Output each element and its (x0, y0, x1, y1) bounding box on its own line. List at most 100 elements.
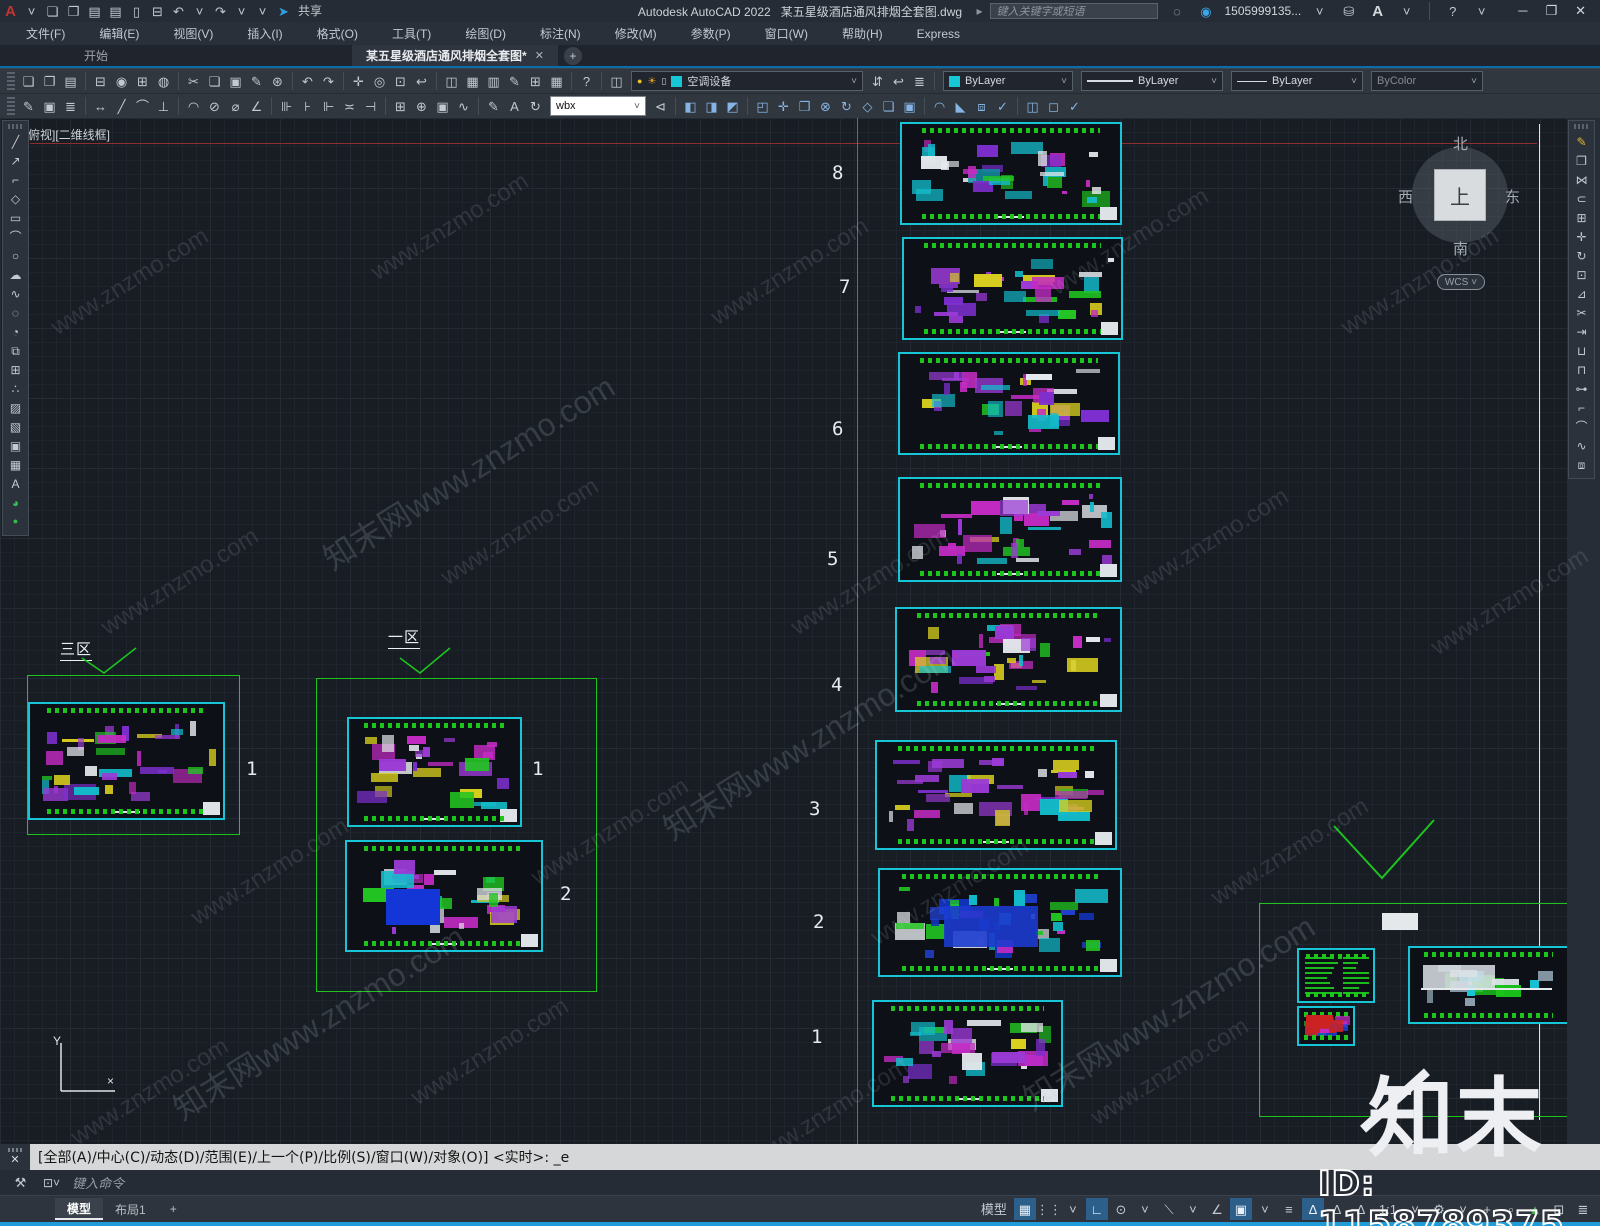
intersect-icon[interactable]: ◩ (722, 96, 743, 116)
spline-icon[interactable]: ∿ (6, 285, 25, 302)
ellipse-arc-icon[interactable]: ◔ (6, 323, 25, 340)
redo-icon[interactable]: ↷ (210, 1, 231, 21)
text-style-icon[interactable]: ▣ (39, 96, 60, 116)
layer-thaw-sun-icon[interactable]: ☀ (647, 76, 656, 87)
app-store-cart-icon[interactable]: ⛁ (1338, 1, 1359, 21)
jog-line-icon[interactable]: ∿ (453, 96, 474, 116)
insert-block-icon[interactable]: ⧉ (6, 342, 25, 359)
circle-icon[interactable]: ○ (6, 247, 25, 264)
plan-panel-8[interactable] (900, 122, 1122, 225)
undo-icon[interactable]: ↶ (297, 71, 318, 91)
redo-caret-icon[interactable]: ˅ (231, 1, 252, 21)
recent-commands-icon[interactable]: ⊡˅ (39, 1173, 64, 1193)
menu-item[interactable]: 标注(N) (536, 24, 585, 44)
osnap-caret-icon[interactable]: ˅ (1254, 1198, 1276, 1220)
linetype-combo-caret-icon[interactable]: ˅ (1211, 76, 1217, 87)
arc-length-dim-icon[interactable]: ⌒ (132, 96, 153, 116)
menu-item[interactable]: Express (913, 24, 964, 44)
copy-base-icon[interactable]: ✎ (246, 71, 267, 91)
markup-icon[interactable]: ✎ (504, 71, 525, 91)
polar-tracking-icon[interactable]: ⊙ (1110, 1198, 1132, 1220)
command-grip[interactable] (8, 1148, 22, 1152)
construction-line-icon[interactable]: ↗ (6, 152, 25, 169)
polar-caret-icon[interactable]: ˅ (1134, 1198, 1156, 1220)
layer-previous-icon[interactable]: ↩ (888, 71, 909, 91)
menu-item[interactable]: 修改(M) (611, 24, 661, 44)
menu-item[interactable]: 帮助(H) (838, 24, 887, 44)
menu-item[interactable]: 绘图(D) (461, 24, 510, 44)
delete-faces-icon[interactable]: ⊗ (815, 96, 836, 116)
new-icon[interactable]: ❏ (18, 71, 39, 91)
search-icon[interactable]: ◌ (1166, 1, 1187, 21)
menu-item[interactable]: 参数(P) (687, 24, 735, 44)
print-icon[interactable]: ⊟ (147, 1, 168, 21)
dim-update-icon[interactable]: ↻ (525, 96, 546, 116)
point-mode-icon[interactable]: ● (6, 513, 25, 530)
plan-panel-6[interactable] (898, 352, 1120, 455)
share-label[interactable]: 共享 (294, 1, 326, 21)
save-as-icon[interactable]: ▤ (105, 1, 126, 21)
mtext-icon[interactable]: A (6, 475, 25, 492)
plan-panel-4[interactable] (895, 607, 1122, 712)
open-icon[interactable]: ❐ (39, 71, 60, 91)
menu-item[interactable]: 编辑(E) (95, 24, 143, 44)
share-plane-icon[interactable]: ➤ (273, 1, 294, 21)
offset-faces-icon[interactable]: ❐ (794, 96, 815, 116)
hatch-icon[interactable]: ▨ (6, 399, 25, 416)
viewcube-north-label[interactable]: 北 (1453, 133, 1468, 154)
plot-icon[interactable]: ⊟ (90, 71, 111, 91)
fillet-icon[interactable]: ⌒ (1572, 418, 1591, 435)
union-icon[interactable]: ◧ (680, 96, 701, 116)
sheet-set-icon[interactable]: ⊞ (525, 71, 546, 91)
toolbar-grip[interactable] (7, 72, 15, 90)
help-icon[interactable]: ? (576, 71, 597, 91)
wrench-icon[interactable]: ⚒ (10, 1173, 31, 1193)
maximize-button[interactable]: ❐ (1545, 3, 1557, 19)
toolbar-grip[interactable] (7, 97, 15, 115)
user-avatar-icon[interactable]: ◉ (1195, 1, 1216, 21)
dim-edit-icon[interactable]: ✎ (483, 96, 504, 116)
quick-dim-icon[interactable]: ⊪ (276, 96, 297, 116)
help-icon[interactable]: ? (1442, 1, 1463, 21)
arc-icon[interactable]: ⌒ (6, 228, 25, 245)
shell-icon[interactable]: ⧈ (971, 96, 992, 116)
array-icon[interactable]: ⊞ (1572, 209, 1591, 226)
layer-properties-icon[interactable]: ◫ (606, 71, 627, 91)
isodraft-caret-icon[interactable]: ˅ (1182, 1198, 1204, 1220)
object-snap-icon[interactable]: ▣ (1229, 1198, 1252, 1220)
ordinate-dim-icon[interactable]: ⊥ (153, 96, 174, 116)
scale-icon[interactable]: ⊡ (1572, 266, 1591, 283)
table-icon[interactable]: ▦ (546, 71, 567, 91)
palette-grip[interactable] (7, 124, 24, 129)
account-name[interactable]: 1505999135... (1224, 4, 1301, 18)
viewcube-south-label[interactable]: 南 (1453, 238, 1468, 259)
menu-item[interactable]: 视图(V) (169, 24, 217, 44)
publish-icon[interactable]: ◍ (153, 71, 174, 91)
plan-panel-zone1-2[interactable] (345, 840, 543, 952)
qat-customize-caret-icon[interactable]: ˅ (252, 1, 273, 21)
offset-icon[interactable]: ⊂ (1572, 190, 1591, 207)
autodesk-caret-icon[interactable]: ˅ (1396, 1, 1417, 21)
copy-faces-icon[interactable]: ❏ (878, 96, 899, 116)
ortho-icon[interactable]: ∟ (1085, 1198, 1108, 1220)
dimstyle-apply-icon[interactable]: ⊲ (650, 96, 671, 116)
plan-panel-7[interactable] (902, 237, 1123, 340)
viewcube-top-face[interactable]: 上 (1434, 169, 1486, 221)
mirror-icon[interactable]: ⋈ (1572, 171, 1591, 188)
revision-cloud-icon[interactable]: ☁ (6, 266, 25, 283)
search-input[interactable]: 键入关键字或短语 (990, 3, 1159, 19)
dim-text-edit-icon[interactable]: A (504, 96, 525, 116)
app-menu-caret-icon[interactable]: ˅ (21, 1, 42, 21)
chamfer-icon[interactable]: ⌐ (1572, 399, 1591, 416)
lineweight-icon[interactable]: ≡ (1278, 1198, 1300, 1220)
layer-combo-caret-icon[interactable]: ˅ (851, 76, 857, 87)
snap-caret-icon[interactable]: ˅ (1062, 1198, 1084, 1220)
paste-icon[interactable]: ▣ (225, 71, 246, 91)
wcs-dropdown[interactable]: WCS ˅ (1437, 274, 1485, 290)
open-from-mobile-icon[interactable]: ▯ (126, 1, 147, 21)
check-icon[interactable]: ✓ (992, 96, 1013, 116)
undo-icon[interactable]: ↶ (168, 1, 189, 21)
open-file-icon[interactable]: ❐ (63, 1, 84, 21)
rectangle-icon[interactable]: ▭ (6, 209, 25, 226)
autodesk-logo-icon[interactable]: A (1367, 1, 1388, 21)
